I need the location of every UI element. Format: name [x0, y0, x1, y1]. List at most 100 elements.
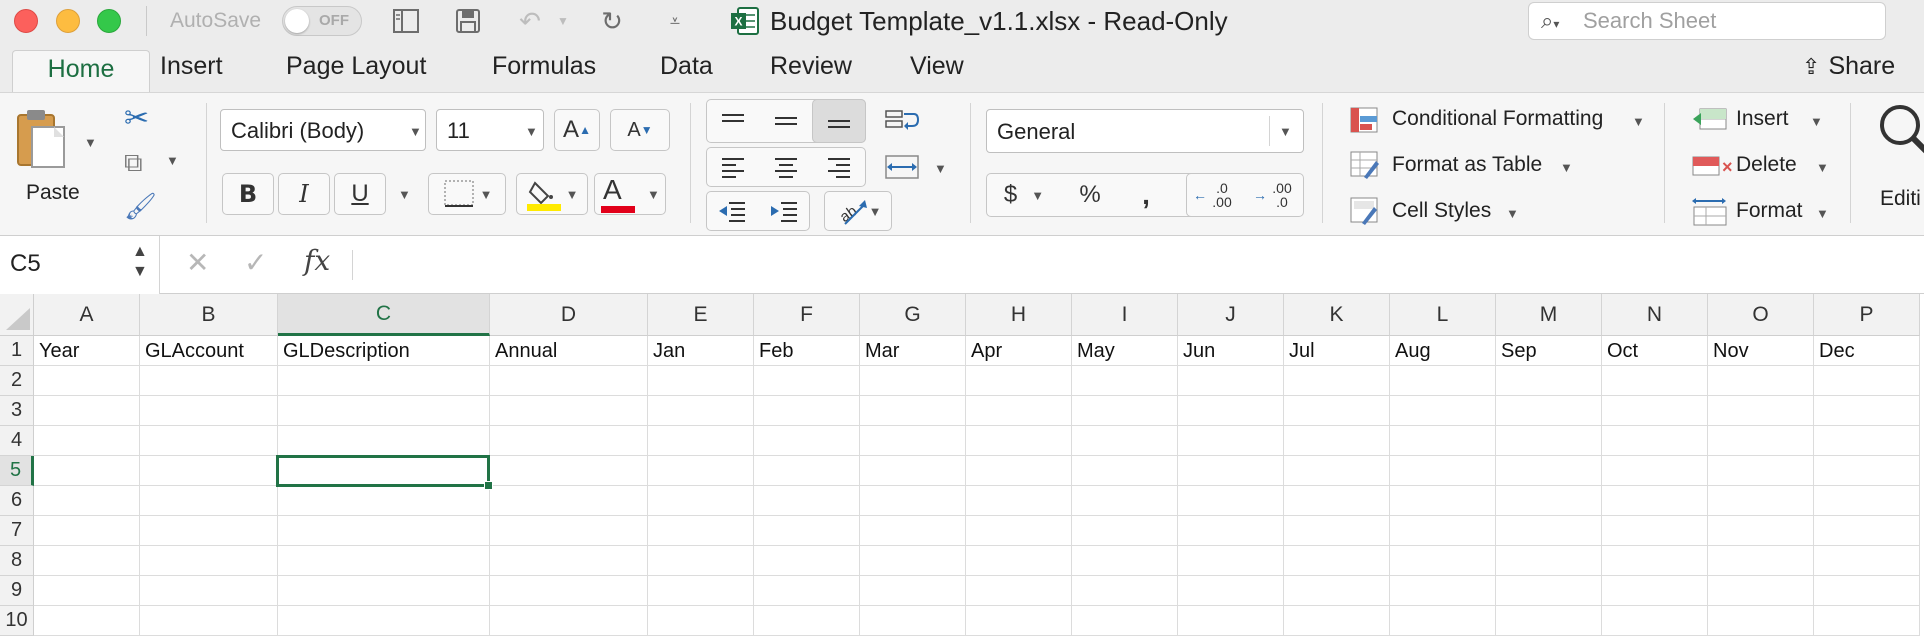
cell-h5[interactable] — [966, 456, 1072, 486]
sidebar-icon[interactable] — [388, 4, 424, 38]
cell-n3[interactable] — [1602, 396, 1708, 426]
cell-o2[interactable] — [1708, 366, 1814, 396]
cell-e6[interactable] — [648, 486, 754, 516]
undo-dropdown-icon[interactable]: ▼ — [553, 4, 573, 38]
cell-a7[interactable] — [34, 516, 140, 546]
cell-h10[interactable] — [966, 606, 1072, 636]
cell-b1[interactable]: GLAccount — [140, 336, 278, 366]
name-box[interactable]: C5 ▲ ▼ — [0, 236, 160, 294]
cell-c7[interactable] — [278, 516, 490, 546]
cell-i7[interactable] — [1072, 516, 1178, 546]
cell-o10[interactable] — [1708, 606, 1814, 636]
cell-j2[interactable] — [1178, 366, 1284, 396]
cancel-entry-icon[interactable]: ✕ — [186, 246, 209, 279]
redo-icon[interactable]: ↻ — [592, 4, 632, 38]
cell-g3[interactable] — [860, 396, 966, 426]
cell-j3[interactable] — [1178, 396, 1284, 426]
cell-i5[interactable] — [1072, 456, 1178, 486]
cell-j6[interactable] — [1178, 486, 1284, 516]
underline-dropdown-icon[interactable]: ▼ — [398, 187, 411, 202]
currency-button[interactable]: $ ▼ — [986, 173, 1062, 217]
cell-f4[interactable] — [754, 426, 860, 456]
column-header-a[interactable]: A — [34, 294, 140, 336]
decrease-decimal-button[interactable]: → .00 .0 — [1246, 173, 1304, 217]
column-header-n[interactable]: N — [1602, 294, 1708, 336]
cell-g2[interactable] — [860, 366, 966, 396]
row-header-10[interactable]: 10 — [0, 606, 34, 636]
cell-g6[interactable] — [860, 486, 966, 516]
cell-n7[interactable] — [1602, 516, 1708, 546]
cell-h7[interactable] — [966, 516, 1072, 546]
cell-h4[interactable] — [966, 426, 1072, 456]
cell-b8[interactable] — [140, 546, 278, 576]
tab-home[interactable]: Home — [12, 50, 150, 92]
column-header-d[interactable]: D — [490, 294, 648, 336]
cell-h3[interactable] — [966, 396, 1072, 426]
autosave-toggle[interactable]: OFF — [282, 6, 362, 36]
save-icon[interactable] — [450, 4, 486, 38]
orientation-button[interactable]: ab ▼ — [824, 191, 892, 231]
cell-g8[interactable] — [860, 546, 966, 576]
cell-e10[interactable] — [648, 606, 754, 636]
cell-o8[interactable] — [1708, 546, 1814, 576]
increase-font-size-button[interactable]: A ▲ — [554, 109, 600, 151]
cell-a4[interactable] — [34, 426, 140, 456]
row-header-9[interactable]: 9 — [0, 576, 34, 606]
increase-decimal-button[interactable]: ← .0 .00 — [1186, 173, 1244, 217]
font-size-select[interactable]: 11 ▼ — [436, 109, 544, 151]
cell-a6[interactable] — [34, 486, 140, 516]
cell-k2[interactable] — [1284, 366, 1390, 396]
merge-dropdown-icon[interactable]: ▼ — [934, 161, 947, 176]
cell-l7[interactable] — [1390, 516, 1496, 546]
cell-c9[interactable] — [278, 576, 490, 606]
cell-j7[interactable] — [1178, 516, 1284, 546]
cell-k5[interactable] — [1284, 456, 1390, 486]
cell-l10[interactable] — [1390, 606, 1496, 636]
cell-i8[interactable] — [1072, 546, 1178, 576]
cell-p2[interactable] — [1814, 366, 1920, 396]
cell-f1[interactable]: Feb — [754, 336, 860, 366]
cell-k7[interactable] — [1284, 516, 1390, 546]
cell-l9[interactable] — [1390, 576, 1496, 606]
align-middle-button[interactable] — [760, 99, 812, 143]
cell-o7[interactable] — [1708, 516, 1814, 546]
search-sheet-input[interactable] — [1583, 7, 1873, 35]
cell-i6[interactable] — [1072, 486, 1178, 516]
cell-i3[interactable] — [1072, 396, 1178, 426]
cell-c4[interactable] — [278, 426, 490, 456]
cut-icon[interactable]: ✂ — [124, 101, 149, 136]
cell-e4[interactable] — [648, 426, 754, 456]
column-header-g[interactable]: G — [860, 294, 966, 336]
cell-d7[interactable] — [490, 516, 648, 546]
underline-button[interactable]: U — [334, 173, 386, 215]
cell-a10[interactable] — [34, 606, 140, 636]
cell-j4[interactable] — [1178, 426, 1284, 456]
cell-o4[interactable] — [1708, 426, 1814, 456]
cell-d5[interactable] — [490, 456, 648, 486]
cell-c6[interactable] — [278, 486, 490, 516]
formula-input[interactable] — [362, 236, 1922, 294]
cell-p3[interactable] — [1814, 396, 1920, 426]
row-header-6[interactable]: 6 — [0, 486, 34, 516]
paste-dropdown-icon[interactable]: ▼ — [84, 135, 97, 150]
cell-f5[interactable] — [754, 456, 860, 486]
share-button[interactable]: ⇪ Share — [1802, 52, 1895, 81]
cell-f3[interactable] — [754, 396, 860, 426]
cell-j10[interactable] — [1178, 606, 1284, 636]
cell-e8[interactable] — [648, 546, 754, 576]
cell-m2[interactable] — [1496, 366, 1602, 396]
column-header-p[interactable]: P — [1814, 294, 1920, 336]
cell-c8[interactable] — [278, 546, 490, 576]
cell-g1[interactable]: Mar — [860, 336, 966, 366]
cell-e3[interactable] — [648, 396, 754, 426]
column-header-e[interactable]: E — [648, 294, 754, 336]
align-top-button[interactable] — [706, 99, 760, 143]
fill-color-button[interactable]: ▼ — [516, 173, 588, 215]
row-header-8[interactable]: 8 — [0, 546, 34, 576]
cell-b6[interactable] — [140, 486, 278, 516]
cell-p5[interactable] — [1814, 456, 1920, 486]
cell-k10[interactable] — [1284, 606, 1390, 636]
cell-a8[interactable] — [34, 546, 140, 576]
cell-l5[interactable] — [1390, 456, 1496, 486]
conditional-formatting-button[interactable]: Conditional Formatting ▼ — [1350, 105, 1660, 137]
